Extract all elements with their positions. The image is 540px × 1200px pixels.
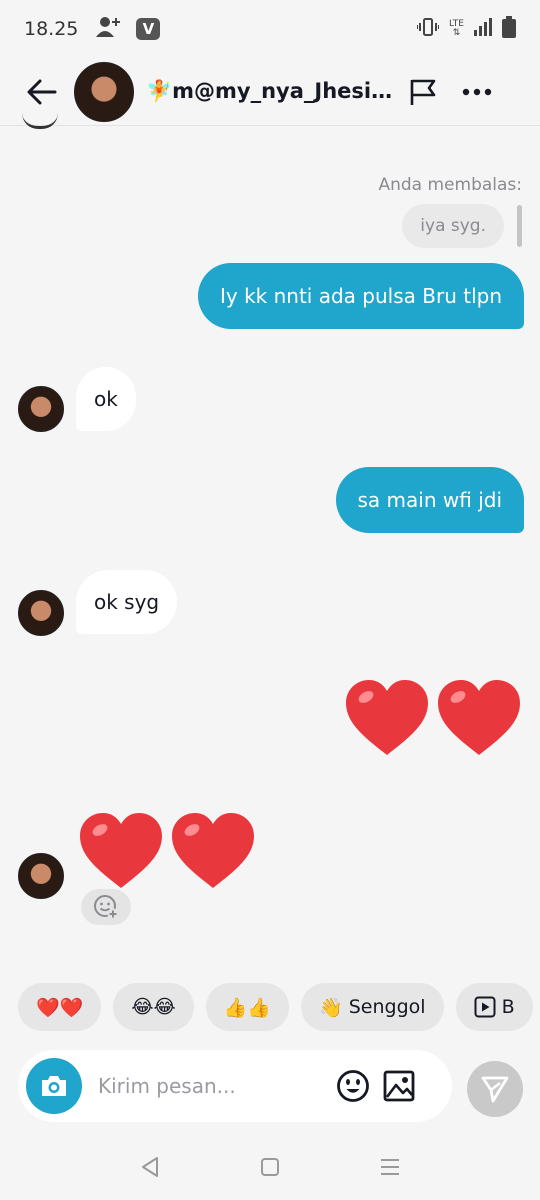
- emoji-button[interactable]: [332, 1065, 374, 1107]
- add-reaction-icon: [94, 895, 119, 920]
- previous-avatar: [22, 113, 58, 129]
- camera-button[interactable]: [26, 1058, 82, 1114]
- quick-reply-thumbs[interactable]: 👍👍: [205, 983, 290, 1031]
- gallery-button[interactable]: [378, 1065, 420, 1107]
- contact-name[interactable]: 🧚m@my_nya_Jhesica: [146, 79, 396, 104]
- send-icon: [481, 1076, 509, 1103]
- square-home-icon: [261, 1158, 279, 1176]
- reply-label: Anda membalas:: [378, 175, 522, 195]
- send-button[interactable]: [467, 1061, 523, 1117]
- v-app-icon: V: [136, 18, 161, 40]
- nav-recents-button[interactable]: [360, 1142, 420, 1192]
- contact-avatar[interactable]: [74, 61, 134, 122]
- message-input[interactable]: [98, 1074, 328, 1098]
- quick-reply-hearts[interactable]: ❤️❤️: [18, 983, 102, 1031]
- message-bubble-outgoing[interactable]: sa main wfi jdi: [335, 467, 524, 533]
- reply-quote[interactable]: iya syg.: [402, 204, 504, 248]
- message-emoji-incoming[interactable]: ❤❤: [78, 812, 256, 890]
- menu-lines-icon: [381, 1159, 399, 1175]
- message-bubble-outgoing[interactable]: Iy kk nnti ada pulsa Bru tlpn: [198, 263, 524, 329]
- report-button[interactable]: [396, 62, 450, 122]
- add-reaction-button[interactable]: [81, 889, 131, 925]
- triangle-back-icon: [142, 1157, 158, 1177]
- reply-indicator-bar: [517, 205, 522, 247]
- heart-icon: [80, 813, 162, 888]
- signal-icon: [474, 17, 492, 41]
- quick-reply-video[interactable]: B: [455, 983, 533, 1031]
- quick-reply-bar: ❤️❤️ 😂😂 👍👍 👋 Senggol B: [18, 983, 540, 1031]
- message-bubble-incoming[interactable]: ok syg: [76, 570, 178, 634]
- chat-header: 🧚m@my_nya_Jhesica: [0, 58, 540, 126]
- heart-icon: [172, 813, 254, 888]
- more-options-button[interactable]: [450, 62, 504, 122]
- message-emoji-outgoing[interactable]: ❤❤: [344, 679, 522, 757]
- message-composer: [18, 1050, 452, 1122]
- arrow-left-icon: [27, 79, 57, 104]
- system-nav-bar: [0, 1134, 540, 1200]
- battery-icon: [502, 15, 516, 43]
- heart-icon: [346, 680, 428, 755]
- quick-reply-senggol[interactable]: 👋 Senggol: [301, 983, 444, 1031]
- smiley-icon: [337, 1070, 369, 1102]
- image-icon: [383, 1070, 415, 1102]
- message-avatar[interactable]: [18, 853, 64, 899]
- vibrate-icon: [416, 17, 441, 42]
- quick-reply-laugh[interactable]: 😂😂: [113, 983, 194, 1031]
- fairy-emoji: 🧚: [146, 79, 173, 103]
- message-avatar[interactable]: [18, 386, 64, 432]
- play-icon: [474, 996, 496, 1018]
- network-type: LTE ⇅: [449, 19, 464, 38]
- add-contact-icon: [96, 16, 122, 43]
- flag-icon: [410, 79, 436, 105]
- wave-icon: 👋: [319, 996, 343, 1019]
- message-bubble-incoming[interactable]: ok: [76, 367, 136, 431]
- message-avatar[interactable]: [18, 590, 64, 636]
- nav-back-button[interactable]: [120, 1142, 180, 1192]
- message-list[interactable]: Anda membalas: iya syg. Iy kk nnti ada p…: [0, 126, 540, 972]
- status-time: 18.25: [24, 18, 79, 40]
- more-horizontal-icon: [462, 88, 492, 95]
- camera-icon: [42, 1076, 66, 1096]
- nav-home-button[interactable]: [240, 1142, 300, 1192]
- heart-icon: [438, 680, 520, 755]
- status-bar: 18.25 V LTE ⇅: [0, 0, 540, 58]
